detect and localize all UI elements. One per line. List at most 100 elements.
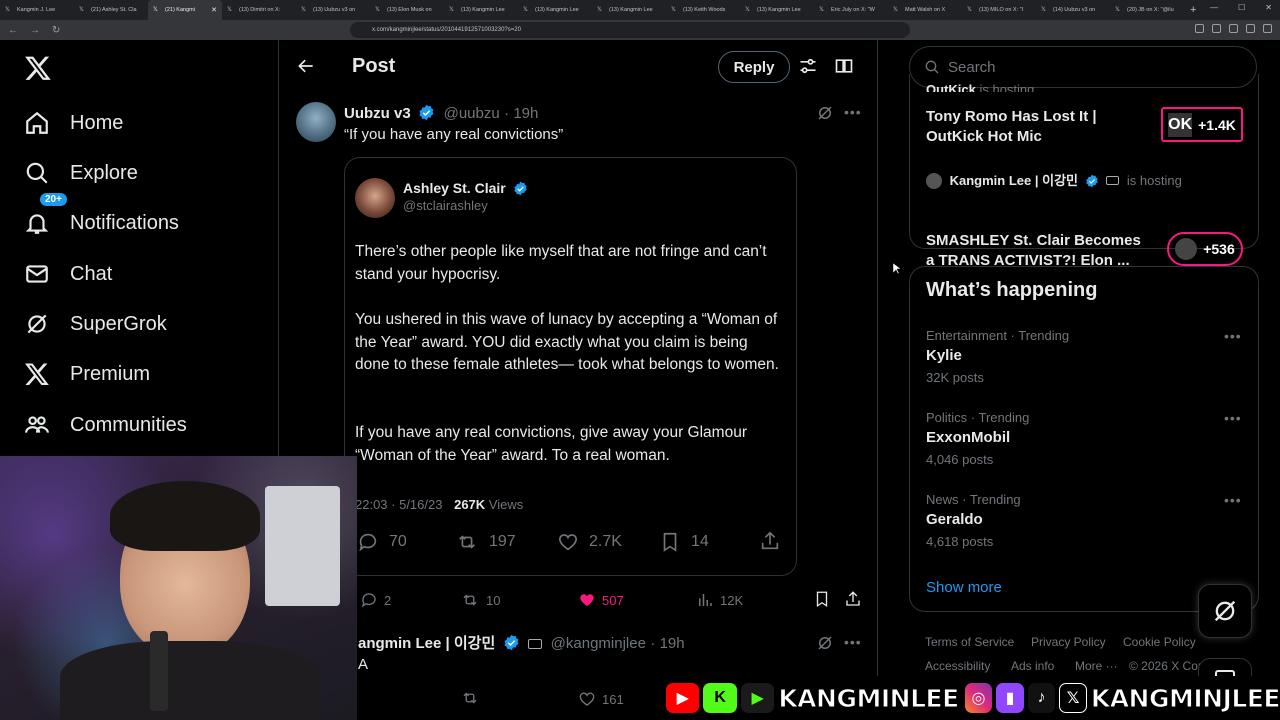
minimize-icon[interactable]: — xyxy=(1210,3,1218,12)
x-logo-icon[interactable] xyxy=(24,54,52,82)
share-icon[interactable] xyxy=(844,590,862,608)
reader-icon[interactable] xyxy=(834,56,854,76)
back-arrow-icon[interactable] xyxy=(296,56,316,76)
footer-privacy[interactable]: Privacy Policy xyxy=(1031,635,1106,649)
search-input[interactable] xyxy=(948,58,1228,76)
quote-bookmark-action[interactable]: 14 xyxy=(659,531,709,553)
trend-name[interactable]: Geraldo xyxy=(926,511,983,528)
quote-author-name[interactable]: Ashley St. Clair xyxy=(403,180,506,196)
grok-icon[interactable] xyxy=(816,634,834,652)
nav-notifications[interactable]: 20+ Notifications xyxy=(24,193,179,243)
browser-tab[interactable]: 𝕏 (13) Dimitri on X: xyxy=(222,0,296,20)
quote-avatar[interactable] xyxy=(355,178,395,218)
sliders-icon[interactable] xyxy=(798,56,818,76)
footer-cookie[interactable]: Cookie Policy xyxy=(1123,635,1196,649)
menu-icon[interactable] xyxy=(1263,24,1272,33)
footer-more[interactable]: More ··· xyxy=(1075,659,1118,673)
space1-join-button[interactable]: OK +1.4K xyxy=(1161,107,1243,142)
footer-accessibility[interactable]: Accessibility xyxy=(925,659,990,673)
bookmark-icon[interactable] xyxy=(813,590,831,608)
next-post-text: A xyxy=(358,656,369,673)
browser-tab[interactable]: 𝕏 (13) MILO on X: "I xyxy=(962,0,1036,20)
twitch-icon: ▮ xyxy=(996,683,1024,713)
repost-action[interactable]: 10 xyxy=(460,591,500,609)
forward-icon[interactable]: → xyxy=(30,25,44,36)
grok-icon[interactable] xyxy=(816,104,834,122)
space2-title[interactable]: SMASHLEY St. Clair Becomes a TRANS ACTIV… xyxy=(926,231,1141,271)
next-post-time[interactable]: 19h xyxy=(660,635,685,652)
browser-tab[interactable]: 𝕏 (21) Ashley St. Cla xyxy=(74,0,148,20)
bell-icon xyxy=(25,214,49,234)
webcam-pc-tower xyxy=(265,486,340,606)
footer-ads-info[interactable]: Ads info xyxy=(1011,659,1054,673)
quoted-post[interactable]: Ashley St. Clair @stclairashley There’s … xyxy=(344,157,797,576)
nav-home[interactable]: Home xyxy=(24,103,123,143)
post-time[interactable]: 19h xyxy=(513,105,538,122)
browser-tab[interactable]: 𝕏 (13) Elon Musk on xyxy=(370,0,444,20)
browser-tab-label: Eric July on X: "W xyxy=(831,7,875,13)
browser-tab[interactable]: 𝕏 (13) Keith Woods xyxy=(666,0,740,20)
browser-tab[interactable]: 𝕏 (13) Kangmin Lee xyxy=(518,0,592,20)
url-field[interactable]: x.com/kangminjlee/status/201044191257100… xyxy=(350,22,910,38)
author-name[interactable]: Uubzu v3 xyxy=(344,105,411,122)
avatar[interactable] xyxy=(296,102,336,142)
footer-terms[interactable]: Terms of Service xyxy=(925,635,1014,649)
like-action[interactable]: 507 xyxy=(578,591,624,609)
extension-icon[interactable] xyxy=(1212,24,1221,33)
verified-badge-icon xyxy=(504,634,519,651)
extension-icon[interactable] xyxy=(1195,24,1204,33)
views-action[interactable]: 12K xyxy=(696,591,743,609)
close-tab-icon[interactable]: ✕ xyxy=(211,6,217,14)
browser-tab[interactable]: 𝕏 (21) Kangmi ✕ xyxy=(148,0,222,20)
browser-tab[interactable]: 𝕏 Eric July on X: "W xyxy=(814,0,888,20)
trend-name[interactable]: ExxonMobil xyxy=(926,429,1010,446)
stream-handle-primary: KANGMINLEE xyxy=(778,683,960,713)
maximize-icon[interactable]: ☐ xyxy=(1238,3,1245,12)
new-tab-button[interactable]: + xyxy=(1190,4,1196,16)
reply-action[interactable]: 2 xyxy=(360,591,391,609)
nav-premium[interactable]: Premium xyxy=(24,354,150,394)
nav-supergrok[interactable]: SuperGrok xyxy=(24,304,167,344)
trend-name[interactable]: Kylie xyxy=(926,347,962,364)
browser-tab[interactable]: 𝕏 Kangmin J. Lee xyxy=(0,0,74,20)
space1-title[interactable]: Tony Romo Has Lost It | OutKick Hot Mic xyxy=(926,107,1141,147)
more-options-icon[interactable]: ••• xyxy=(844,104,862,120)
author-handle[interactable]: @uubzu xyxy=(444,105,500,122)
next-post-author-name[interactable]: angmin Lee | 이강민 xyxy=(358,635,495,652)
share-icon[interactable] xyxy=(759,530,781,552)
grok-floating-button[interactable] xyxy=(1198,584,1252,638)
profile-icon[interactable] xyxy=(1246,24,1255,33)
quote-timestamp[interactable]: 22:03 · 5/16/23 xyxy=(355,497,442,512)
back-icon[interactable]: ← xyxy=(8,25,22,36)
space1-host[interactable]: OutKick xyxy=(926,82,976,92)
reply-button[interactable]: Reply xyxy=(718,51,790,83)
quote-author-handle[interactable]: @stclairashley xyxy=(403,198,488,213)
show-more-link[interactable]: Show more xyxy=(926,579,1002,596)
browser-tab[interactable]: 𝕏 Matt Walsh on X xyxy=(888,0,962,20)
trend-more-icon[interactable]: ••• xyxy=(1224,492,1242,508)
trend-more-icon[interactable]: ••• xyxy=(1224,328,1242,344)
more-options-icon[interactable]: ••• xyxy=(844,634,862,650)
quote-repost-action[interactable]: 197 xyxy=(455,531,516,553)
browser-tab[interactable]: 𝕏 (14) Uubzu v3 on xyxy=(1036,0,1110,20)
nav-communities[interactable]: Communities xyxy=(24,405,187,445)
sidebar-icon[interactable] xyxy=(1229,24,1238,33)
trend-more-icon[interactable]: ••• xyxy=(1224,410,1242,426)
close-window-icon[interactable]: ✕ xyxy=(1265,3,1272,12)
nav-explore[interactable]: Explore xyxy=(24,153,138,193)
space2-host[interactable]: Kangmin Lee | 이강민 xyxy=(950,173,1078,188)
reload-icon[interactable]: ↻ xyxy=(52,25,66,36)
quote-reply-action[interactable]: 70 xyxy=(357,531,407,553)
next-post-like-action[interactable]: 161 xyxy=(578,690,624,708)
search-icon xyxy=(925,60,939,74)
quote-like-action[interactable]: 2.7K xyxy=(557,531,622,553)
repost-icon[interactable] xyxy=(460,689,480,707)
next-post-handle[interactable]: @kangminjlee xyxy=(551,635,646,652)
space2-join-button[interactable]: +536 xyxy=(1167,232,1243,266)
browser-tab[interactable]: 𝕏 (13) Kangmin Lee xyxy=(592,0,666,20)
browser-tab[interactable]: 𝕏 (13) Kangmin Lee xyxy=(444,0,518,20)
nav-chat[interactable]: Chat xyxy=(24,254,112,294)
browser-tab[interactable]: 𝕏 (13) Kangmin Lee xyxy=(740,0,814,20)
browser-tab[interactable]: 𝕏 (20) JB on X: "@ilu xyxy=(1110,0,1184,20)
browser-tab[interactable]: 𝕏 (13) Uubzu v3 on xyxy=(296,0,370,20)
